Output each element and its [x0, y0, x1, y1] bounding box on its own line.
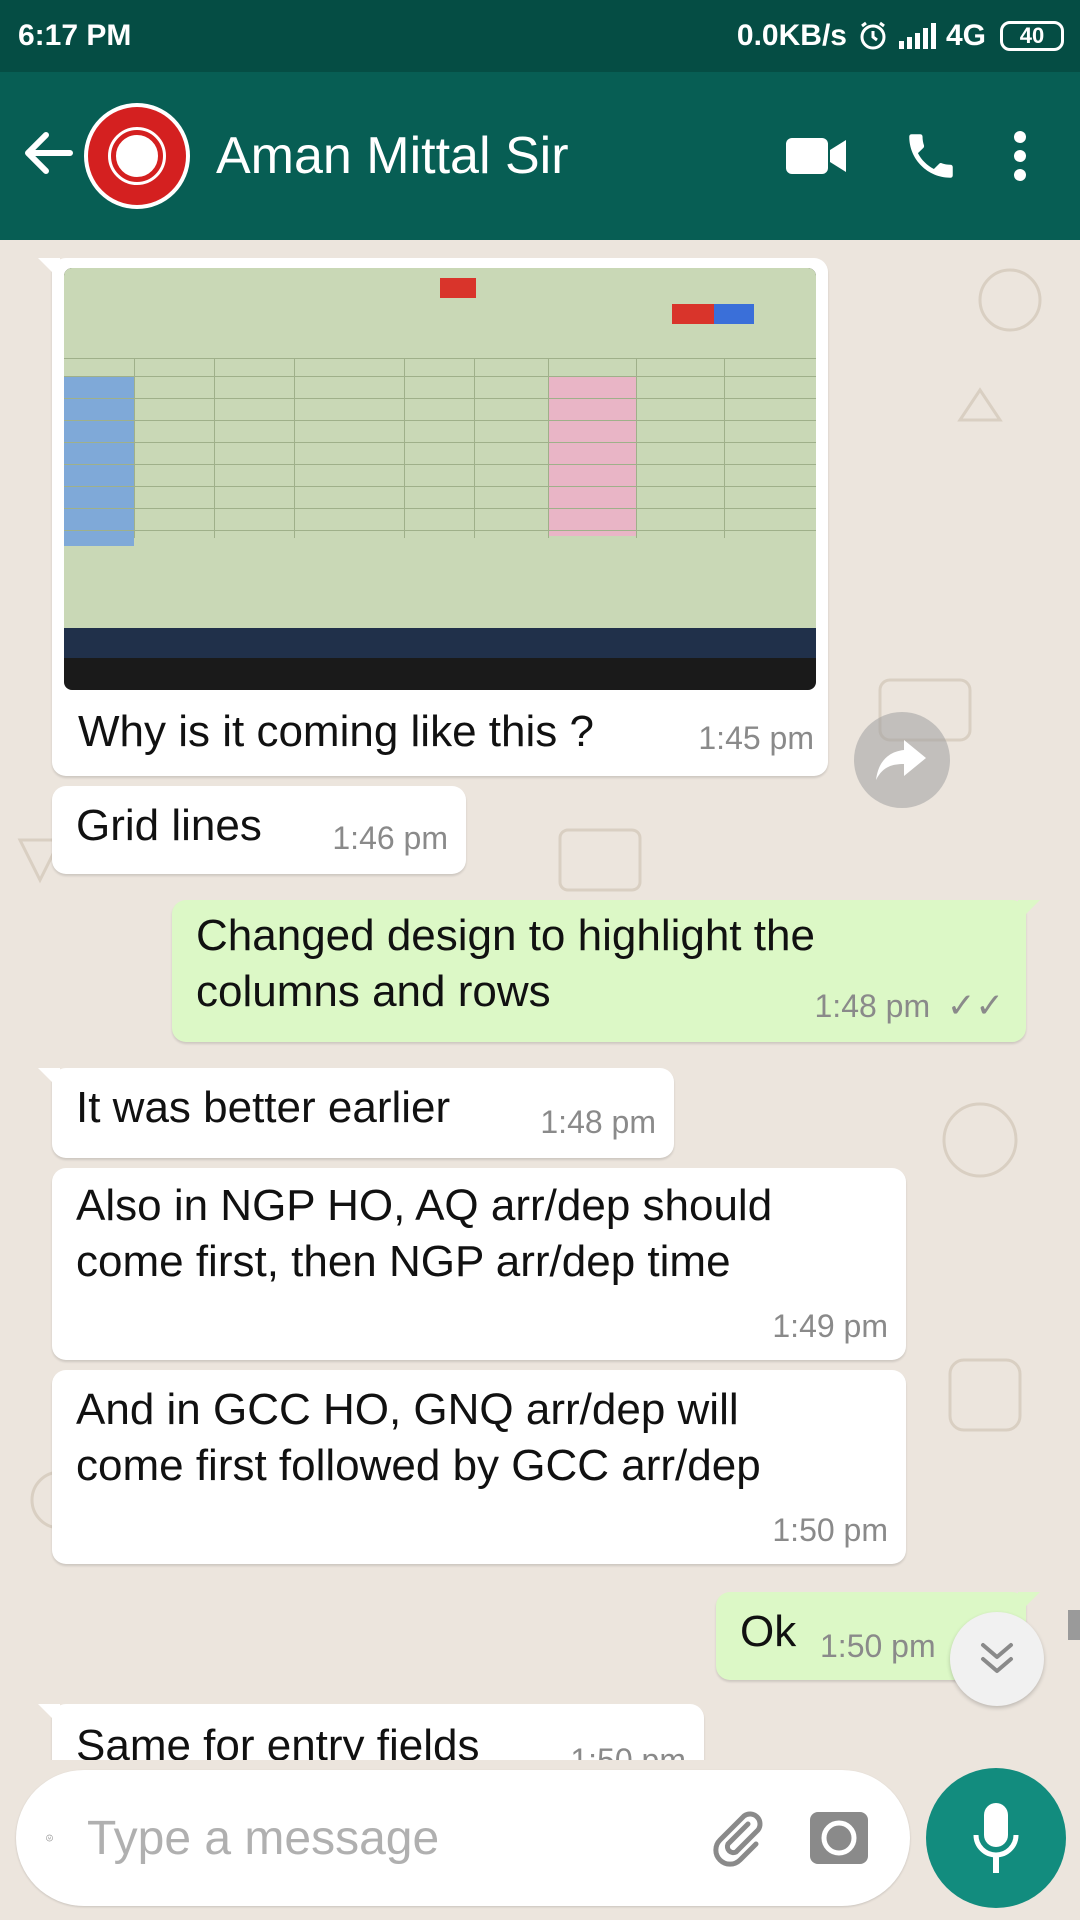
battery-level: 40 [1019, 23, 1045, 48]
network-type: 4G [945, 19, 986, 52]
status-bar: 6:17 PM 0.0KB/s 4G 40 [0, 0, 1080, 72]
back-arrow-icon[interactable] [22, 128, 82, 184]
message-bubble[interactable]: Also in NGP HO, AQ arr/dep should come f… [52, 1168, 906, 1360]
message-bubble[interactable]: Changed design to highlight the columns … [172, 900, 1040, 1042]
message-time: 1:50 pm [820, 1628, 936, 1664]
message-text: Ok [740, 1607, 797, 1656]
message-text-line-1: Changed design to highlight the [196, 911, 815, 960]
bubble-tail [38, 258, 60, 280]
message-image-bubble[interactable]: Why is it coming like this ? 1:45 pm [38, 258, 828, 776]
message-time: 1:48 pm ✓✓ [815, 986, 1005, 1026]
message-bubble[interactable]: Grid lines 1:46 pm [52, 786, 466, 874]
message-composer [16, 1770, 910, 1906]
indian-railways-logo-icon [88, 107, 186, 205]
message-bubble[interactable]: And in GCC HO, GNQ arr/dep will come fir… [52, 1370, 906, 1564]
attach-icon[interactable] [708, 1808, 768, 1868]
microphone-icon [973, 1803, 1019, 1873]
message-text-line-1: Also in NGP HO, AQ arr/dep should [76, 1181, 773, 1230]
message-text-line-1: And in GCC HO, GNQ arr/dep will [76, 1385, 739, 1434]
bubble-tail [1018, 1592, 1040, 1614]
message-text: Same for entry fields [76, 1721, 480, 1760]
message-bubble[interactable]: It was better earlier 1:48 pm [38, 1068, 674, 1158]
chat-area[interactable]: Why is it coming like this ? 1:45 pm Gri… [0, 240, 1080, 1760]
message-time-text: 1:48 pm [814, 988, 931, 1024]
voice-call-icon[interactable] [886, 127, 976, 185]
status-time: 6:17 PM [18, 19, 132, 52]
message-time: 1:48 pm [540, 1104, 656, 1140]
double-check-icon: ✓✓ [947, 987, 1004, 1025]
bubble-tail [1018, 900, 1040, 922]
message-bubble[interactable]: Same for entry fields 1:50 pm [38, 1704, 704, 1760]
more-options-icon[interactable] [1000, 130, 1040, 182]
message-text: Why is it coming like this ? [78, 707, 594, 756]
message-text-line-2: come first followed by GCC arr/dep [76, 1441, 761, 1490]
message-time: 1:50 pm [570, 1742, 686, 1760]
contact-name[interactable]: Aman Mittal Sir [216, 126, 772, 186]
message-text: It was better earlier [76, 1083, 451, 1132]
alarm-icon [860, 21, 886, 50]
message-text-line-2: come first, then NGP arr/dep time [76, 1237, 731, 1286]
scroll-to-bottom-button[interactable] [950, 1612, 1044, 1706]
message-time: 1:46 pm [332, 820, 448, 856]
photo-screen [64, 268, 816, 628]
scrollbar-thumb[interactable] [1068, 1610, 1080, 1640]
network-speed: 0.0KB/s [736, 19, 847, 52]
double-chevron-down-icon [981, 1643, 1013, 1673]
message-text: Grid lines [76, 801, 262, 850]
avatar[interactable] [84, 103, 190, 209]
message-input[interactable] [87, 1810, 708, 1866]
message-time: 1:49 pm [772, 1308, 888, 1344]
forward-button[interactable] [854, 712, 950, 808]
signal-icon [898, 23, 936, 49]
message-time: 1:45 pm [698, 720, 814, 756]
forward-icon [876, 740, 926, 780]
bubble-tail [38, 1068, 60, 1090]
chat-header: Aman Mittal Sir [0, 72, 1080, 240]
photo-taskbar [64, 628, 816, 658]
video-call-icon[interactable] [772, 134, 862, 178]
emoji-icon[interactable] [46, 1806, 53, 1870]
battery-icon: 40 [1000, 21, 1064, 51]
message-photo[interactable] [64, 268, 816, 690]
bubble-tail [38, 1704, 60, 1726]
message-time: 1:50 pm [772, 1512, 888, 1548]
status-indicators: 0.0KB/s 4G 40 [737, 19, 1064, 53]
voice-record-button[interactable] [926, 1768, 1066, 1908]
message-text-line-2: columns and rows [196, 967, 551, 1016]
camera-icon[interactable] [808, 1808, 870, 1868]
